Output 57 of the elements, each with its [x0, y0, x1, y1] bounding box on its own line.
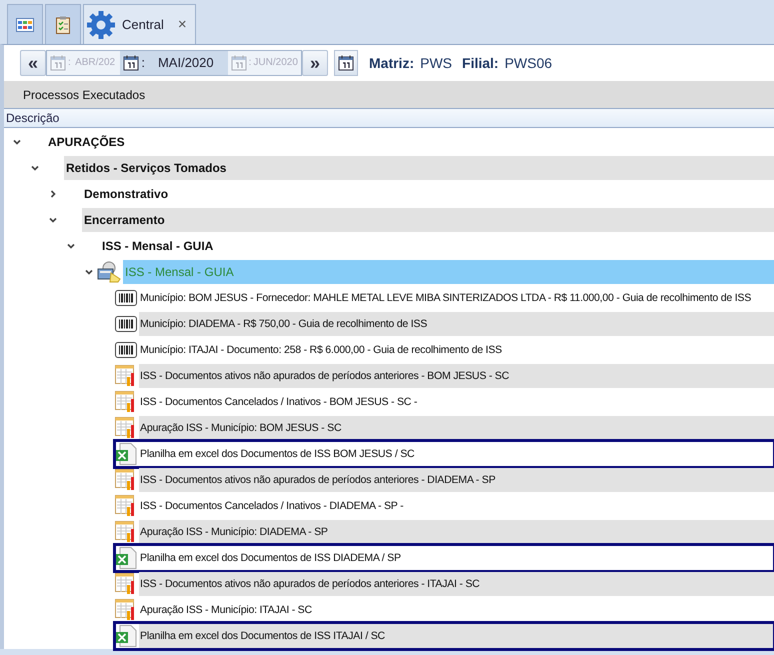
section-title: Processos Executados — [23, 88, 146, 102]
tab[interactable] — [7, 4, 43, 44]
chart-report-icon — [115, 391, 137, 413]
tree-item-label[interactable]: ISS - Documentos ativos não apurados de períodos anteriores - DIADEMA - SP — [139, 468, 774, 492]
close-icon[interactable]: × — [178, 16, 187, 33]
next-button[interactable]: » — [302, 50, 328, 76]
column-header[interactable]: Descrição — [4, 108, 774, 128]
chart-report-icon — [115, 573, 137, 595]
tree-item-label[interactable]: Apuração ISS - Município: DIADEMA - SP — [139, 520, 774, 544]
tree-item-label[interactable]: ISS - Documentos Cancelados / Inativos - BOM JESUS - SC - — [139, 390, 774, 414]
tree-item-label[interactable]: Apuração ISS - Município: ITAJAI - SC — [139, 598, 774, 622]
tree-group-label[interactable]: Encerramento — [82, 208, 774, 232]
chart-report-icon — [115, 417, 137, 439]
field-label: Filial: — [462, 54, 499, 70]
field-value: PWS06 — [504, 54, 552, 70]
collapse-caret-icon[interactable] — [13, 138, 21, 146]
tab[interactable]: Central × — [83, 4, 196, 44]
tree-item-label[interactable]: Apuração ISS - Município: BOM JESUS - SC — [139, 416, 774, 440]
chart-report-icon — [115, 599, 137, 621]
tree-group-label[interactable]: Retidos - Serviços Tomados — [64, 156, 774, 180]
tree-item-label[interactable]: ISS - Documentos Cancelados / Inativos - DIADEMA - SP - — [139, 494, 774, 518]
chart-report-icon — [115, 495, 137, 517]
clipboard-icon — [56, 16, 70, 34]
tree-group-label[interactable]: ISS - Mensal - GUIA — [100, 234, 774, 258]
field-value: PWS — [420, 54, 452, 70]
spreadsheet-icon — [115, 547, 137, 569]
collapse-caret-icon[interactable] — [67, 242, 75, 250]
calendar-icon — [338, 54, 354, 70]
expand-caret-icon[interactable] — [49, 190, 57, 198]
tree-item-label[interactable]: Município: BOM JESUS - Fornecedor: MAHLE METAL LEVE MIBA SINTERIZADOS LTDA - R$ 11.000,00 - Guia de recolhimento de ISS — [139, 286, 774, 310]
previous-button[interactable]: « — [20, 50, 46, 76]
collapse-caret-icon[interactable] — [49, 216, 57, 224]
tree-item-label[interactable]: Município: DIADEMA - R$ 750,00 - Guia de recolhimento de ISS — [139, 312, 774, 336]
tree-group-label[interactable]: Demonstrativo — [82, 182, 774, 206]
process-icon — [97, 261, 121, 283]
calendar-button[interactable] — [334, 50, 358, 76]
barcode-icon — [115, 316, 137, 332]
collapse-caret-icon[interactable] — [31, 164, 39, 172]
collapse-caret-icon[interactable] — [85, 268, 93, 276]
barcode-icon — [115, 342, 137, 358]
tree-item-label[interactable]: ISS - Documentos ativos não apurados de períodos anteriores - ITAJAI - SC — [139, 572, 774, 596]
barcode-icon — [115, 290, 137, 306]
tab[interactable] — [45, 4, 81, 44]
spreadsheet-icon — [115, 443, 137, 465]
chart-report-icon — [115, 521, 137, 543]
tree-item-label[interactable]: Município: ITAJAI - Documento: 258 - R$ 6.000,00 - Guia de recolhimento de ISS — [139, 338, 774, 362]
gear-icon — [86, 10, 116, 40]
chart-report-icon — [115, 469, 137, 491]
calendar-icon — [50, 54, 66, 70]
calendar-icon — [230, 54, 247, 70]
tree-item-label[interactable]: ISS - Documentos ativos não apurados de períodos anteriores - BOM JESUS - SC — [139, 364, 774, 388]
tree-group-label[interactable]: APURAÇÕES — [46, 130, 774, 154]
grid-icon — [16, 18, 34, 32]
chart-report-icon — [115, 365, 137, 387]
field-label: Matriz: — [369, 54, 414, 70]
calendar-icon — [123, 54, 140, 70]
month-item[interactable]: : MAI/2020 — [120, 50, 228, 74]
